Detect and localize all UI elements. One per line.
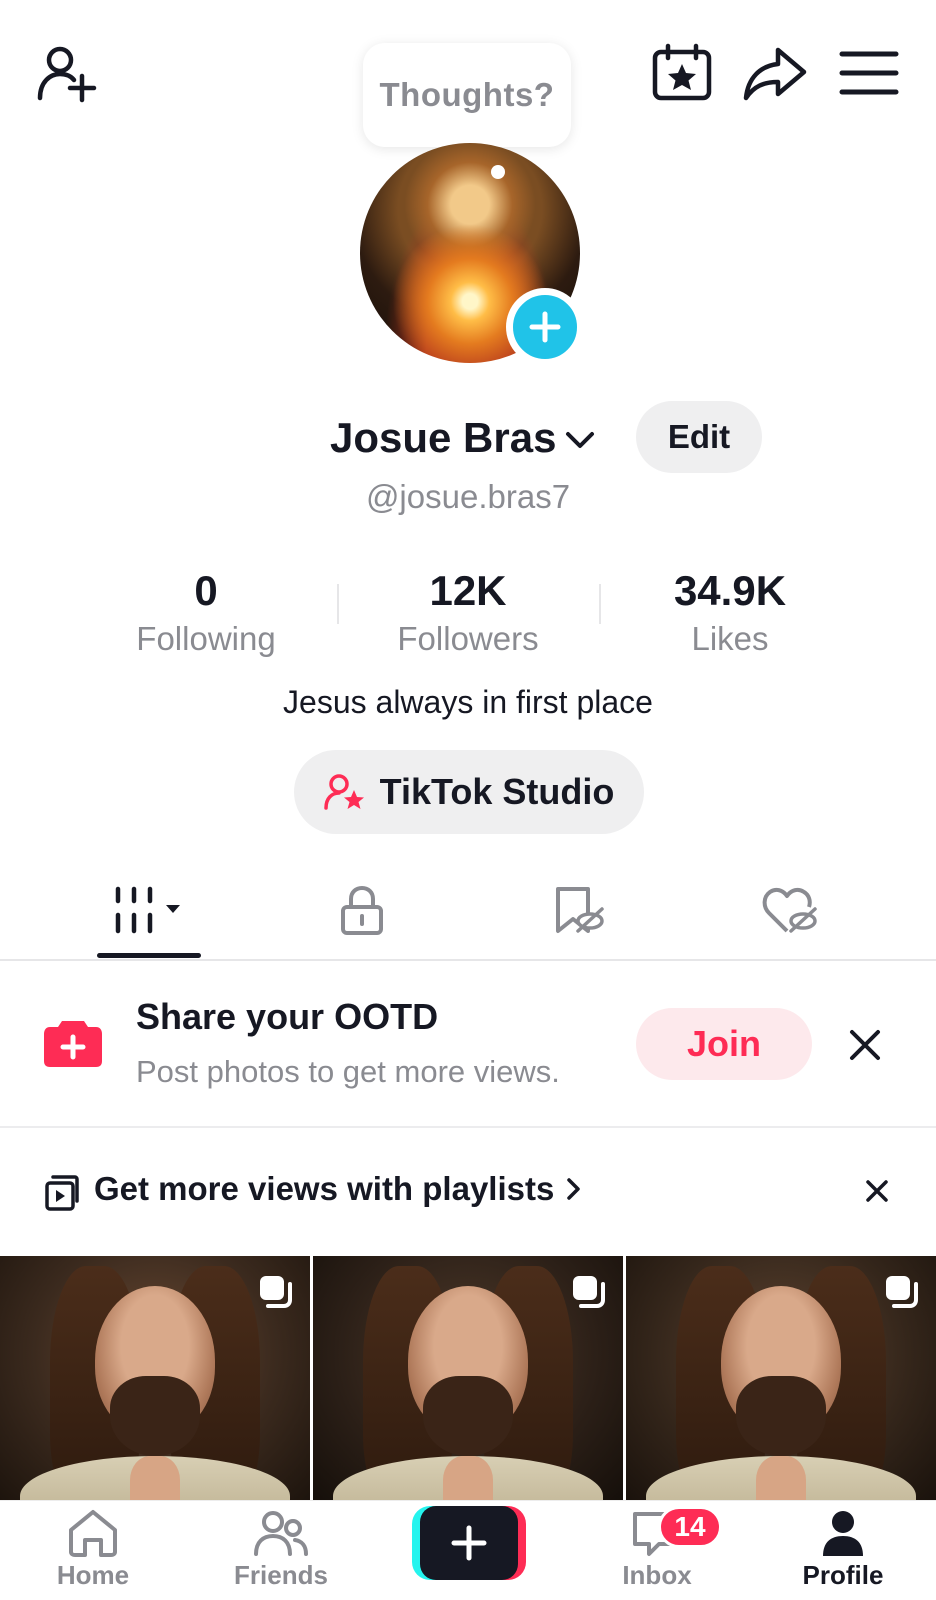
lock-icon [341,885,383,935]
tiktok-studio-label: TikTok Studio [379,771,615,812]
multi-photo-icon [260,1276,292,1308]
heart-hidden-icon [762,887,817,933]
nav-inbox-label: Inbox [622,1560,692,1590]
display-name-row[interactable]: Josue Bras [330,408,596,468]
username: @josue.bras7 [365,478,571,515]
edit-profile-button[interactable]: Edit [636,401,762,473]
add-avatar-button[interactable] [506,288,584,366]
bio: Jesus always in first place [283,684,653,720]
share-icon[interactable] [742,42,808,104]
tab-liked[interactable] [730,872,850,950]
tab-private[interactable] [302,872,422,950]
tab-saved[interactable] [518,872,638,950]
close-icon[interactable] [846,1026,884,1064]
bubble-tail-dot [491,165,505,179]
following-label: Following [136,620,276,657]
chevron-down-icon [566,432,595,448]
playlists-prompt[interactable]: Get more views with playlists [94,1170,586,1208]
likes-label: Likes [691,620,769,657]
nav-profile[interactable]: Profile [768,1508,918,1600]
nav-home[interactable]: Home [18,1508,168,1600]
stat-followers[interactable]: 12K Followers [368,565,568,661]
ootd-subtitle: Post photos to get more views. [136,1054,560,1089]
following-count: 0 [194,567,218,614]
create-button[interactable] [412,1506,526,1580]
playlist-icon [44,1174,80,1212]
nav-profile-label: Profile [802,1560,884,1590]
profile-icon [823,1511,863,1556]
tiktok-studio-button[interactable]: TikTok Studio [294,750,644,834]
tabs-divider [0,959,936,961]
followers-count: 12K [429,567,507,614]
nav-friends[interactable]: Friends [206,1508,356,1600]
create-button-face [420,1506,518,1580]
thumbnail-beard [423,1376,513,1456]
chevron-right-icon [567,1178,581,1200]
thumbnail-beard [110,1376,200,1456]
nav-home-label: Home [56,1560,130,1590]
close-icon[interactable] [862,1176,892,1206]
stat-divider [337,584,339,624]
thumbnail-hands [756,1456,806,1500]
friends-icon [254,1511,308,1556]
nav-friends-label: Friends [234,1560,328,1590]
stat-following[interactable]: 0 Following [106,565,306,661]
add-friend-icon[interactable] [34,40,102,104]
multi-photo-icon [573,1276,605,1308]
inbox-badge: 14 [658,1506,722,1548]
bookmark-hidden-icon [556,887,604,933]
active-tab-indicator [97,953,201,958]
stat-likes[interactable]: 34.9K Likes [630,565,830,661]
thumbnail-hands [130,1456,180,1500]
video-thumbnail[interactable] [626,1256,936,1500]
multi-photo-icon [886,1276,918,1308]
thumbnail-beard [736,1376,826,1456]
video-thumbnail[interactable] [313,1256,623,1500]
creator-star-icon [323,772,366,812]
stat-divider [599,584,601,624]
thumbnail-hands [443,1456,493,1500]
home-icon [69,1510,117,1557]
join-button[interactable]: Join [636,1008,812,1080]
videos-grid-icon [115,886,180,934]
menu-icon[interactable] [838,44,900,102]
video-thumbnail[interactable] [0,1256,310,1500]
likes-count: 34.9K [673,567,787,614]
tab-videos[interactable] [88,872,208,950]
playlists-text: Get more views with playlists [94,1170,555,1207]
section-divider [0,1126,936,1128]
thoughts-bubble[interactable]: Thoughts? [363,43,571,147]
camera-add-icon [42,1015,104,1071]
plus-icon [451,1525,487,1561]
calendar-star-icon[interactable] [650,42,716,104]
display-name: Josue Bras [330,414,557,461]
ootd-title: Share your OOTD [136,996,439,1037]
plus-icon [529,311,561,343]
followers-label: Followers [397,620,539,657]
